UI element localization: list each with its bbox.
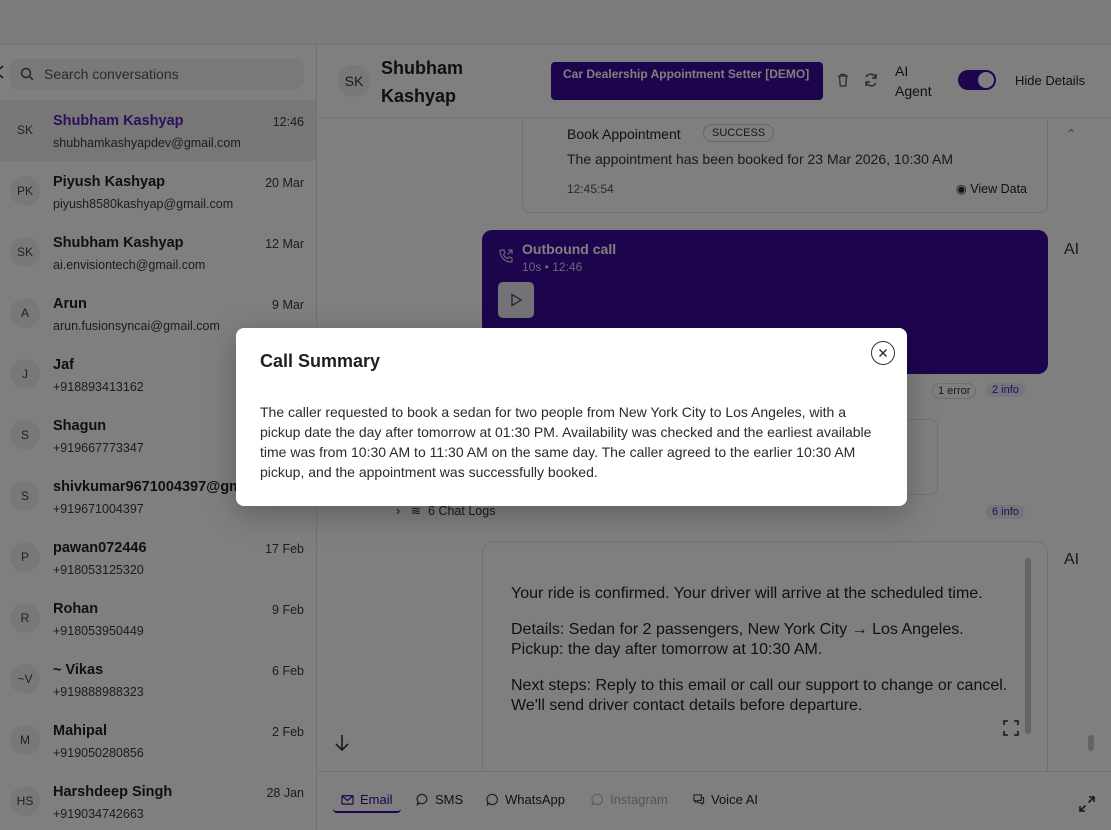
- call-summary-dialog: Call Summary The caller requested to boo…: [236, 328, 907, 506]
- close-button[interactable]: [871, 341, 895, 365]
- dialog-title: Call Summary: [260, 351, 381, 371]
- dialog-body: The caller requested to book a sedan for…: [260, 404, 872, 480]
- close-icon: [878, 348, 888, 358]
